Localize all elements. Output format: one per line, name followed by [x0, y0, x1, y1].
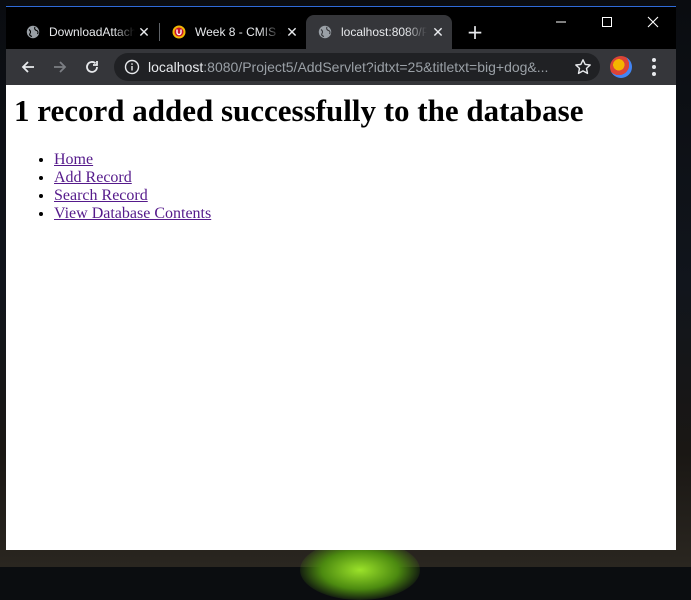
- menu-dot: [652, 72, 656, 76]
- list-item: Search Record: [54, 187, 211, 205]
- back-button[interactable]: [14, 53, 42, 81]
- add-record-link[interactable]: Add Record: [54, 169, 132, 186]
- globe-icon: [318, 25, 332, 39]
- reload-button[interactable]: [78, 53, 106, 81]
- page-heading: 1 record added successfully to the datab…: [14, 93, 584, 128]
- menu-dot: [652, 65, 656, 69]
- window-close-button[interactable]: [630, 7, 676, 37]
- view-database-link[interactable]: View Database Contents: [54, 205, 211, 222]
- url-path: :8080/Project5/AddServlet?idtxt=25&title…: [203, 59, 549, 75]
- list-item: Home: [54, 151, 211, 169]
- umuc-icon: [172, 25, 186, 39]
- new-tab-button[interactable]: +: [464, 21, 486, 43]
- list-item: View Database Contents: [54, 205, 211, 223]
- tab-downloadattachment[interactable]: DownloadAttachment ✕: [14, 15, 158, 49]
- forward-button[interactable]: [46, 53, 74, 81]
- home-link[interactable]: Home: [54, 151, 93, 168]
- url-host: localhost: [148, 59, 204, 75]
- list-item: Add Record: [54, 169, 211, 187]
- tab-title: Week 8 - CMIS 440: [195, 25, 281, 39]
- maximize-button[interactable]: [584, 7, 630, 37]
- close-icon[interactable]: ✕: [284, 24, 300, 40]
- menu-dot: [652, 58, 656, 62]
- tab-strip: DownloadAttachment ✕ Week 8 - CMIS 440 ✕…: [6, 7, 676, 49]
- maximize-icon: [602, 17, 612, 27]
- browser-window: DownloadAttachment ✕ Week 8 - CMIS 440 ✕…: [6, 6, 676, 550]
- menu-button[interactable]: [644, 57, 664, 77]
- address-bar[interactable]: localhost:8080/Project5/AddServlet?idtxt…: [114, 53, 600, 81]
- tab-week-8[interactable]: Week 8 - CMIS 440 ✕: [160, 15, 306, 49]
- forward-arrow-icon: [54, 61, 67, 73]
- search-record-link[interactable]: Search Record: [54, 187, 148, 204]
- back-arrow-icon: [21, 61, 34, 73]
- page-viewport: 1 record added successfully to the datab…: [6, 85, 676, 550]
- tab-title: localhost:8080/Project5: [341, 25, 427, 39]
- tab-localhost[interactable]: localhost:8080/Project5 ✕: [306, 15, 452, 49]
- close-icon[interactable]: ✕: [136, 24, 152, 40]
- tab-title: DownloadAttachment: [49, 25, 135, 39]
- profile-avatar[interactable]: [610, 56, 632, 78]
- globe-icon: [26, 25, 40, 39]
- minimize-button[interactable]: [538, 7, 584, 37]
- bookmark-star-icon[interactable]: [574, 58, 592, 76]
- info-icon[interactable]: [124, 59, 140, 75]
- reload-icon: [86, 61, 98, 73]
- browser-toolbar: localhost:8080/Project5/AddServlet?idtxt…: [6, 49, 676, 85]
- url-text[interactable]: localhost:8080/Project5/AddServlet?idtxt…: [148, 59, 560, 75]
- close-icon: [647, 16, 659, 28]
- close-icon[interactable]: ✕: [430, 24, 446, 40]
- minimize-icon: [556, 21, 566, 23]
- nav-link-list: Home Add Record Search Record View Datab…: [14, 151, 211, 223]
